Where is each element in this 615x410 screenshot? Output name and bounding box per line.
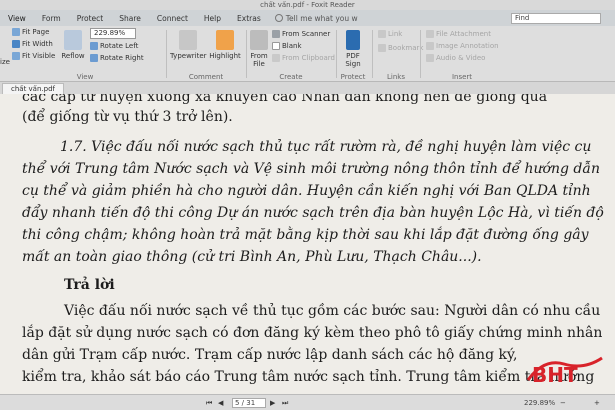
lightbulb-icon bbox=[274, 14, 283, 22]
document-tab[interactable]: chất vấn.pdf bbox=[2, 83, 64, 94]
doc-line: thi công chậm; không hoàn trả mặt bằng k… bbox=[22, 227, 589, 243]
insert-group-label: Insert bbox=[451, 73, 473, 81]
doc-line: lắp đặt sử dụng nước sạch có đơn đăng ký… bbox=[22, 325, 603, 341]
last-page-icon[interactable]: ⏭ bbox=[282, 399, 288, 408]
zoom-in-icon[interactable]: + bbox=[594, 399, 600, 407]
tab-share[interactable]: Share bbox=[111, 14, 149, 23]
audio-video-button[interactable]: Audio & Video bbox=[426, 54, 485, 62]
typewriter-icon bbox=[179, 30, 197, 50]
highlight-button[interactable]: Highlight bbox=[208, 30, 242, 60]
bookmark-button[interactable]: Bookmark bbox=[378, 44, 423, 52]
doc-line: thể với Trung tâm Nước sạch và Vệ sinh m… bbox=[22, 161, 600, 177]
protect-group: PDF Sign Protect bbox=[338, 26, 368, 82]
doc-line: dân gửi Trạm cấp nước. Trạm cấp nước lập… bbox=[22, 347, 518, 363]
link-button[interactable]: Link bbox=[378, 30, 402, 38]
logo-text: BHT bbox=[532, 363, 578, 386]
links-group: Link Bookmark Links bbox=[374, 26, 423, 82]
ribbon-divider bbox=[372, 30, 373, 78]
tab-protect[interactable]: Protect bbox=[69, 14, 112, 23]
doc-line: (để giống từ vụ thứ 3 trở lên). bbox=[22, 109, 233, 125]
scanner-icon bbox=[272, 30, 280, 38]
image-annotation-button[interactable]: Image Annotation bbox=[426, 42, 499, 50]
fit-visible-icon bbox=[12, 52, 20, 60]
view-group-label: View bbox=[76, 73, 94, 81]
zoom-percent: 229.89% bbox=[524, 399, 556, 407]
tell-me-box[interactable]: Tell me what you w bbox=[274, 13, 358, 23]
insert-group: File Attachment Image Annotation Audio &… bbox=[422, 26, 502, 82]
from-clipboard-button[interactable]: From Clipboard bbox=[272, 54, 335, 62]
highlight-icon bbox=[216, 30, 234, 50]
from-file-button[interactable]: From File bbox=[248, 30, 270, 68]
doc-line: kiểm tra, khảo sát báo cáo Trung tâm nướ… bbox=[22, 369, 595, 385]
paperclip-icon bbox=[426, 30, 434, 38]
document-page[interactable]: các cấp từ huyện xuống xã khuyến cáo Nhâ… bbox=[0, 94, 615, 394]
tab-form[interactable]: Form bbox=[34, 14, 69, 23]
bht-logo-mark: BHT bbox=[526, 356, 603, 387]
fit-width-button[interactable]: Fit Width bbox=[12, 40, 53, 48]
zoom-out-icon[interactable]: − bbox=[560, 399, 566, 407]
tab-connect[interactable]: Connect bbox=[149, 14, 196, 23]
doc-line: đẩy nhanh tiến độ thi công Dự án nước sạ… bbox=[22, 205, 604, 221]
view-group: Fit Page Fit Width Fit Visible Reflow 22… bbox=[10, 26, 160, 82]
menu-bar: View Form Protect Share Connect Help Ext… bbox=[0, 10, 615, 26]
comment-group-label: Comment bbox=[188, 73, 224, 81]
ribbon-divider bbox=[246, 30, 247, 78]
rotate-right-button[interactable]: Rotate Right bbox=[90, 54, 144, 62]
fit-visible-button[interactable]: Fit Visible bbox=[12, 52, 55, 60]
rotate-right-icon bbox=[90, 54, 98, 62]
tab-view[interactable]: View bbox=[0, 14, 34, 23]
comment-group: Typewriter Highlight Comment bbox=[168, 26, 244, 82]
ribbon-divider bbox=[420, 30, 421, 78]
links-group-label: Links bbox=[387, 73, 405, 81]
pen-sign-icon bbox=[346, 30, 360, 50]
reflow-icon bbox=[64, 30, 82, 50]
first-page-icon[interactable]: ⏮ bbox=[206, 399, 212, 408]
blank-button[interactable]: Blank bbox=[272, 42, 302, 50]
bht-logo: BHT bbox=[524, 354, 606, 387]
bookmark-icon bbox=[378, 44, 386, 52]
document-tab-strip: chất vấn.pdf bbox=[0, 82, 615, 94]
doc-line: mất an toàn giao thông (cử tri Bình An, … bbox=[22, 249, 482, 265]
ribbon-toolbar: ize Fit Page Fit Width Fit Visible Reflo… bbox=[0, 26, 615, 82]
next-page-icon[interactable]: ▶ bbox=[270, 399, 275, 407]
status-bar: ⏮ ◀ 5 / 31 ▶ ⏭ 229.89% − + bbox=[0, 394, 615, 410]
image-icon bbox=[426, 42, 434, 50]
tab-help[interactable]: Help bbox=[196, 14, 229, 23]
link-icon bbox=[378, 30, 386, 38]
ribbon-divider bbox=[166, 30, 167, 78]
window-title: chất vấn.pdf - Foxit Reader bbox=[0, 0, 615, 10]
fit-page-button[interactable]: Fit Page bbox=[12, 28, 49, 36]
create-group: From File From Scanner Blank From Clipbo… bbox=[248, 26, 335, 82]
find-input[interactable]: Find bbox=[511, 13, 601, 24]
doc-line: Việc đấu nối nước sạch về thủ tục gồm cá… bbox=[64, 303, 601, 319]
file-icon bbox=[250, 30, 268, 50]
previous-page-icon[interactable]: ◀ bbox=[218, 399, 223, 407]
rotate-left-button[interactable]: Rotate Left bbox=[90, 42, 138, 50]
doc-line: 1.7. Việc đấu nối nước sạch thủ tục rất … bbox=[60, 139, 592, 155]
clipboard-icon bbox=[272, 54, 280, 62]
tab-extras[interactable]: Extras bbox=[229, 14, 269, 23]
media-icon bbox=[426, 54, 434, 62]
reflow-button[interactable]: Reflow bbox=[60, 30, 86, 60]
page-number-input[interactable]: 5 / 31 bbox=[232, 398, 266, 408]
file-attachment-button[interactable]: File Attachment bbox=[426, 30, 491, 38]
fit-page-icon bbox=[12, 28, 20, 36]
pdf-sign-button[interactable]: PDF Sign bbox=[340, 30, 366, 68]
doc-line: cụ thể và giảm phiền hà cho người dân. H… bbox=[22, 183, 591, 199]
ribbon-divider bbox=[336, 30, 337, 78]
from-scanner-button[interactable]: From Scanner bbox=[272, 30, 330, 38]
tell-me-text: Tell me what you w bbox=[285, 13, 358, 23]
answer-heading: Trả lời bbox=[64, 277, 115, 293]
typewriter-button[interactable]: Typewriter bbox=[170, 30, 207, 60]
blank-page-icon bbox=[272, 42, 280, 50]
zoom-input[interactable]: 229.89% bbox=[90, 28, 136, 39]
protect-group-label: Protect bbox=[340, 73, 366, 81]
size-fragment-label: ize bbox=[0, 58, 10, 66]
fit-width-icon bbox=[12, 40, 20, 48]
rotate-left-icon bbox=[90, 42, 98, 50]
create-group-label: Create bbox=[279, 73, 303, 81]
